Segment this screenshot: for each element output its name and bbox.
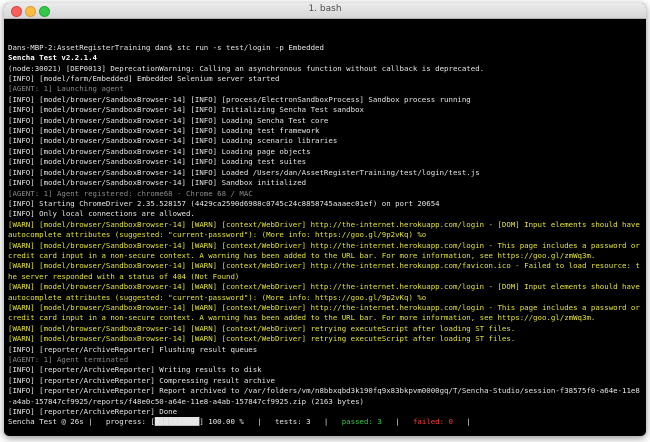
terminal-line: [INFO] [model/browser/SandboxBrowser-14]…	[8, 94, 471, 104]
terminal-line: [INFO] [model/browser/SandboxBrowser-14]…	[8, 146, 311, 156]
terminal-line: [INFO] [reporter/ArchiveReporter] Done	[8, 407, 178, 417]
terminal-line: [INFO] Only local connections are allowe…	[8, 209, 195, 219]
terminal-line: [INFO] [reporter/ArchiveReporter] Compre…	[8, 375, 275, 385]
status-line: Sencha Test @ 26s | progress: [█████████…	[8, 417, 640, 427]
terminal-line: [INFO] [model/browser/SandboxBrowser-14]…	[8, 105, 364, 115]
terminal-line: [INFO] Starting ChromeDriver 2.35.528157…	[8, 198, 440, 208]
terminal-line: [AGENT: 1] Launching agent	[8, 84, 124, 94]
terminal-line: [INFO] [model/browser/SandboxBrowser-14]…	[8, 178, 307, 188]
terminal-line: [WARN] [model/browser/SandboxBrowser-14]…	[8, 282, 645, 302]
terminal-line: [INFO] [model/farm/Embedded] Embedded Se…	[8, 74, 280, 84]
terminal-line: [AGENT: 1] Agent terminated	[8, 355, 129, 364]
terminal-line: [WARN] [model/browser/SandboxBrowser-14]…	[8, 334, 516, 344]
status-suffix: |	[452, 417, 471, 427]
terminal-line: Dans-MBP-2:AssetRegisterTraining dan$ st…	[8, 42, 324, 52]
passed-count: passed: 3	[341, 417, 382, 427]
failed-count: failed: 0	[412, 417, 453, 427]
terminal-line: [WARN] [model/browser/SandboxBrowser-14]…	[8, 219, 645, 240]
terminal-line: [WARN] [model/browser/SandboxBrowser-14]…	[8, 240, 645, 260]
title-bar: 1. bash	[4, 3, 646, 19]
terminal-output[interactable]: Dans-MBP-2:AssetRegisterTraining dan$ st…	[4, 19, 640, 436]
terminal-line: [INFO] [model/browser/SandboxBrowser-14]…	[8, 115, 329, 125]
terminal-line: [INFO] [reporter/ArchiveReporter] Flushi…	[8, 344, 258, 354]
progress-bar: ██████████	[154, 417, 200, 427]
terminal-line: [WARN] [model/browser/SandboxBrowser-14]…	[8, 261, 640, 281]
terminal-line: [WARN] [model/browser/SandboxBrowser-14]…	[8, 323, 516, 333]
terminal-line: [INFO] [reporter/ArchiveReporter] Report…	[8, 386, 640, 406]
terminal-line: [INFO] [model/browser/SandboxBrowser-14]…	[8, 167, 480, 177]
terminal-line: Sencha Test v2.2.1.4	[8, 53, 97, 63]
terminal-line: [INFO] [reporter/ArchiveReporter] Writin…	[8, 365, 262, 375]
status-prefix: Sencha Test @ 26s | progress: [	[8, 417, 155, 427]
terminal-line: (node:30021) [DEP0013] DeprecationWarnin…	[8, 63, 485, 73]
status-sep: |	[381, 417, 413, 427]
status-middle: ] 100.00 % | tests: 3 |	[199, 417, 342, 427]
terminal-line: [INFO] [model/browser/SandboxBrowser-14]…	[8, 126, 320, 136]
window-title: 1. bash	[308, 4, 342, 14]
terminal-window: 1. bash Dans-MBP-2:AssetRegisterTraining…	[4, 3, 646, 436]
terminal-line: [WARN] [model/browser/SandboxBrowser-14]…	[8, 302, 645, 323]
terminal-line: [AGENT: 1] Agent registered: chrome68 - …	[8, 188, 253, 198]
terminal-line: [INFO] [model/browser/SandboxBrowser-14]…	[8, 136, 338, 146]
terminal-line: [INFO] [model/browser/SandboxBrowser-14]…	[8, 157, 307, 167]
